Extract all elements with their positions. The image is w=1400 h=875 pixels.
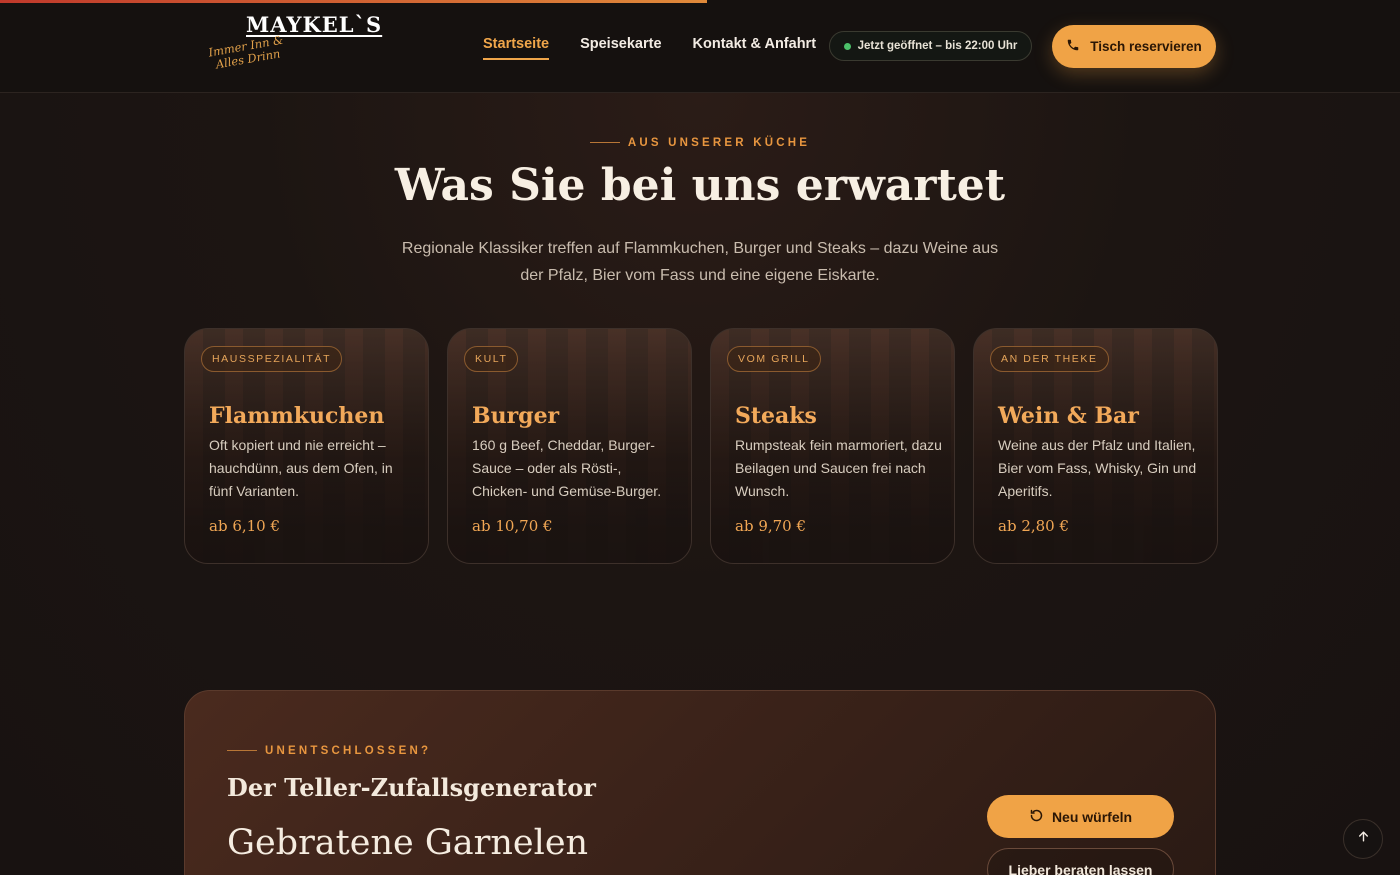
refresh-icon (1029, 808, 1044, 826)
card-price: ab 2,80 € (998, 517, 1070, 535)
scroll-progress-bar (0, 0, 707, 3)
scroll-to-top-button[interactable] (1343, 819, 1383, 859)
generator-title: Der Teller-Zufallsgenerator (227, 773, 596, 802)
card-text: Oft kopiert und nie erreicht – hauchdünn… (209, 437, 393, 499)
nav-item-startseite[interactable]: Startseite (483, 36, 550, 60)
eyebrow-text: AUS UNSERER KÜCHE (627, 137, 811, 149)
site-header: MAYKEL`S Immer Inn & Alles Drinn Startse… (0, 0, 1400, 93)
eyebrow-line (227, 750, 257, 752)
open-status-text: Jetzt geöffnet – bis 22:00 Uhr (857, 40, 1018, 52)
generator-dish: Gebratene Garnelen (227, 823, 589, 863)
open-status-badge: Jetzt geöffnet – bis 22:00 Uhr (829, 31, 1032, 61)
card-title: Flammkuchen (209, 403, 385, 429)
feature-cards: HAUSSPEZIALITÄT Flammkuchen Oft kopiert … (184, 328, 1218, 564)
eyebrow-text: UNENTSCHLOSSEN? (265, 745, 432, 757)
arrow-up-icon (1357, 830, 1370, 848)
reroll-button[interactable]: Neu würfeln (987, 795, 1174, 838)
card-text: 160 g Beef, Cheddar, Burger-Sauce – oder… (472, 437, 662, 499)
card-flammkuchen[interactable]: HAUSSPEZIALITÄT Flammkuchen Oft kopiert … (184, 328, 429, 564)
logo-name: MAYKEL`S (246, 12, 383, 37)
card-tag: HAUSSPEZIALITÄT (201, 346, 343, 372)
plate-generator: UNENTSCHLOSSEN? Der Teller-Zufallsgenera… (184, 690, 1216, 875)
card-price: ab 9,70 € (735, 517, 807, 535)
main-nav: Startseite Speisekarte Kontakt & Anfahrt (483, 36, 816, 60)
advice-button[interactable]: Lieber beraten lassen (987, 848, 1174, 875)
reroll-label: Neu würfeln (1051, 808, 1133, 825)
card-price: ab 10,70 € (472, 517, 553, 535)
card-price: ab 6,10 € (209, 517, 281, 535)
section-eyebrow: AUS UNSERER KÜCHE (0, 137, 1400, 149)
card-steaks[interactable]: VOM GRILL Steaks Rumpsteak fein marmorie… (710, 328, 955, 564)
logo[interactable]: MAYKEL`S Immer Inn & Alles Drinn (206, 8, 381, 88)
card-tag: AN DER THEKE (990, 346, 1109, 372)
phone-icon (1066, 38, 1080, 55)
nav-item-speisekarte[interactable]: Speisekarte (580, 36, 661, 60)
card-text: Weine aus der Pfalz und Italien, Bier vo… (998, 437, 1197, 499)
generator-eyebrow: UNENTSCHLOSSEN? (227, 745, 431, 757)
card-title: Burger (472, 403, 560, 429)
card-text: Rumpsteak fein marmoriert, dazu Beilagen… (735, 437, 942, 499)
card-tag: KULT (464, 346, 519, 372)
nav-item-kontakt[interactable]: Kontakt & Anfahrt (693, 36, 817, 60)
card-title: Wein & Bar (998, 403, 1139, 429)
card-burger[interactable]: KULT Burger 160 g Beef, Cheddar, Burger-… (447, 328, 692, 564)
eyebrow-line (589, 142, 620, 144)
card-title: Steaks (735, 403, 817, 429)
reserve-table-button[interactable]: Tisch reservieren (1052, 25, 1216, 68)
section-intro: Regionale Klassiker treffen auf Flammkuc… (401, 240, 999, 284)
logo-slogan: Immer Inn & Alles Drinn (207, 32, 285, 72)
status-dot-icon (843, 42, 851, 50)
reserve-label: Tisch reservieren (1090, 39, 1202, 54)
card-wein-bar[interactable]: AN DER THEKE Wein & Bar Weine aus der Pf… (973, 328, 1218, 564)
section-title: Was Sie bei uns erwartet (394, 160, 1006, 211)
card-tag: VOM GRILL (727, 346, 821, 372)
